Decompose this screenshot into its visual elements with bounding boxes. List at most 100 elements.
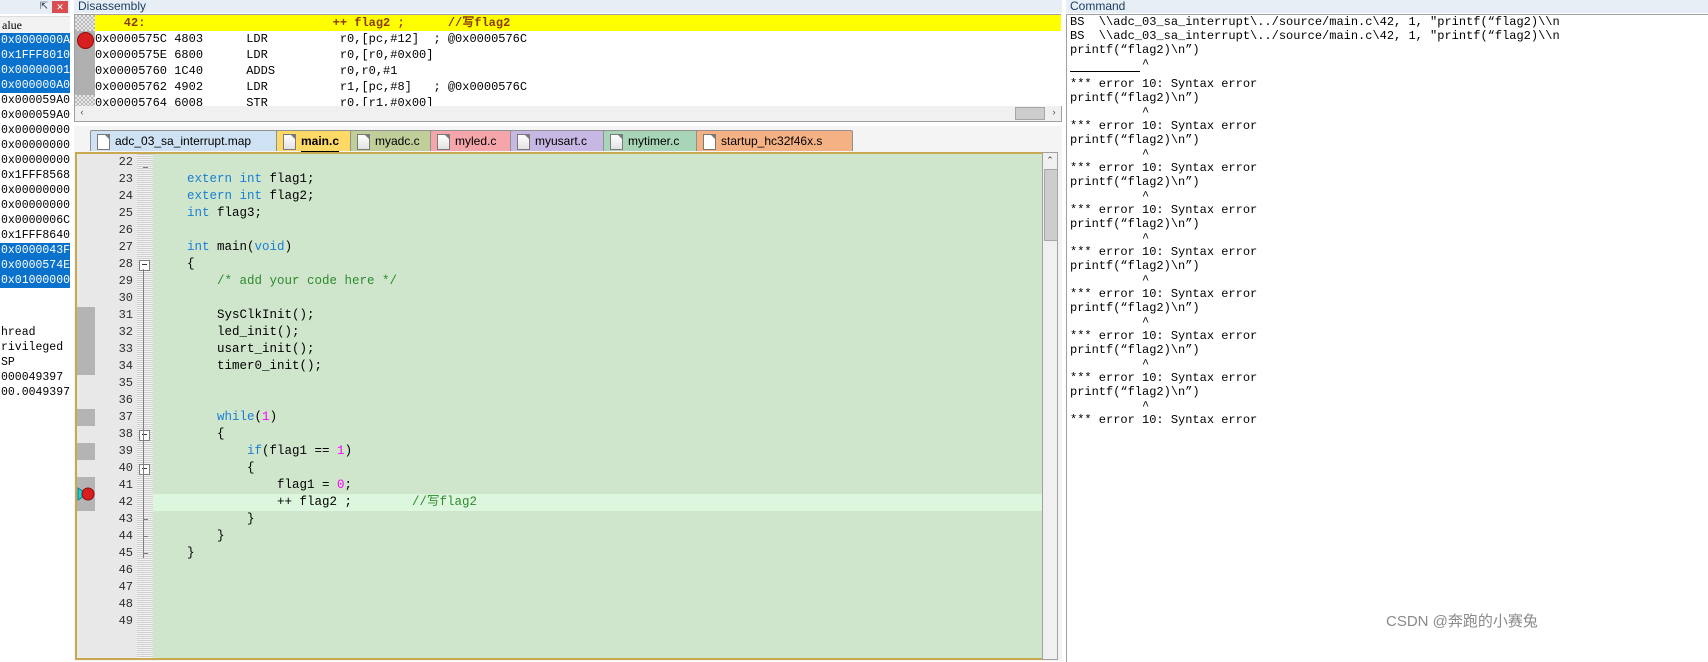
code-line[interactable]: if(flag1 == 1) [153,443,1042,460]
code-line[interactable]: { [153,426,1042,443]
code-line[interactable]: /* add your code here */ [153,273,1042,290]
fold-toggle-icon[interactable] [139,430,150,441]
command-output-line: *** error 10: Syntax error [1070,329,1258,343]
code-line[interactable]: SysClkInit(); [153,307,1042,324]
code-token: 1 [337,444,345,458]
fold-toggle-icon[interactable] [139,464,150,475]
register-value-row[interactable]: 0x01000000 [0,273,70,288]
register-value-row[interactable]: 0x000059A0 [0,93,70,108]
code-line[interactable] [153,562,1042,579]
editor-tab-mytimer-c[interactable]: mytimer.c [603,130,700,151]
current-statement-breakpoint-icon[interactable] [77,486,97,502]
line-number: 24 [118,189,133,203]
editor-tab-adc-03-sa-interrupt-map[interactable]: adc_03_sa_interrupt.map [90,130,280,151]
execution-margin[interactable] [77,154,95,658]
pin-icon[interactable]: ⇱ [38,1,50,13]
register-value-row[interactable]: 0x1FFF8568 [0,168,70,183]
hscroll-thumb[interactable] [1015,107,1045,120]
code-line[interactable] [153,613,1042,630]
register-value-row[interactable]: 0x000059A0 [0,108,70,123]
code-token: //写flag2 [412,495,478,509]
code-line[interactable]: extern int flag2; [153,188,1042,205]
code-line[interactable] [153,596,1042,613]
code-line[interactable]: led_init(); [153,324,1042,341]
register-value-row[interactable]: 0x00000001 [0,63,70,78]
editor-tabbar[interactable]: adc_03_sa_interrupt.map main.c myadc.c myle… [74,130,1062,152]
editor-tab-myusart-c[interactable]: myusart.c [510,130,607,151]
code-line[interactable]: } [153,528,1042,545]
code-folding-column[interactable] [137,154,153,658]
code-token: void [254,240,285,254]
code-line[interactable]: int main(void) [153,239,1042,256]
code-line[interactable] [153,290,1042,307]
code-line[interactable] [153,392,1042,409]
register-value-row[interactable]: 0x00000000 [0,123,70,138]
registers-value-list[interactable]: 0x0000000A 0x1FFF8010 0x00000001 0x000000A0… [0,33,70,288]
command-output-line: printf(“flag2)\n”) [1070,385,1200,399]
register-value-row[interactable]: 0x00000000 [0,153,70,168]
hscroll-right-arrow-icon[interactable]: › [1047,106,1061,119]
register-value-row[interactable]: 0x1FFF8640 [0,228,70,243]
command-output-line: printf(“flag2)\n”) [1070,217,1200,231]
command-output-line: *** error 10: Syntax error [1070,287,1258,301]
line-number: 36 [118,393,133,407]
disassembly-gutter[interactable] [75,15,95,107]
disassembly-body[interactable]: 42: ++ flag2 ; //写flag2 0x0000575C 4803 L… [74,14,1061,108]
editor-tab-myadc-c[interactable]: myadc.c [350,130,434,151]
code-line[interactable] [153,375,1042,392]
disassembly-instruction-line[interactable]: 0x00005760 1C40 ADDS r0,r0,#1 [95,63,1061,79]
close-icon[interactable]: ✕ [52,1,68,13]
fold-toggle-icon[interactable] [139,260,150,271]
line-number: 23 [118,172,133,186]
editor-vscrollbar[interactable]: ⌃ [1042,152,1058,660]
code-line[interactable]: flag1 = 0; [153,477,1042,494]
editor-tab-myled-c[interactable]: myled.c [430,130,514,151]
code-line[interactable]: { [153,460,1042,477]
disassembly-instruction-line[interactable]: 0x0000575C 4803 LDR r0,[pc,#12] ; @0x000… [95,31,1061,47]
register-footer-line: SP [1,356,15,369]
register-value-row[interactable]: 0x1FFF8010 [0,48,70,63]
line-number: 43 [118,512,133,526]
disassembly-hscrollbar[interactable]: ‹ › [74,106,1062,122]
command-output[interactable]: BS \\adc_03_sa_interrupt\../source/main.… [1066,14,1708,662]
code-line[interactable] [153,222,1042,239]
code-line[interactable] [153,154,1042,171]
file-icon [437,134,450,150]
code-line[interactable]: extern int flag1; [153,171,1042,188]
register-value-row[interactable]: 0x0000043F [0,243,70,258]
code-editor[interactable]: 22 23 24 25 26 27 28 29 30 31 32 33 34 35 36 37 38 39 40 41… [75,152,1042,660]
register-value-row[interactable]: 0x0000574E [0,258,70,273]
register-value-row[interactable]: 0x00000000 [0,138,70,153]
code-line[interactable]: { [153,256,1042,273]
editor-tab-label: startup_hc32f46x.s [721,134,823,148]
register-value-row[interactable]: 0x00000000 [0,198,70,213]
code-line[interactable]: } [153,511,1042,528]
editor-vscroll-thumb[interactable] [1044,169,1058,241]
code-line[interactable]: timer0_init(); [153,358,1042,375]
code-token: { [157,257,195,271]
editor-tab-startup-hc32f46x-s[interactable]: startup_hc32f46x.s [696,130,853,151]
editor-vscroll-up-arrow-icon[interactable]: ⌃ [1043,153,1057,167]
code-line[interactable]: usart_init(); [153,341,1042,358]
code-line[interactable] [153,579,1042,596]
code-line[interactable]: ++ flag2 ; //写flag2 [153,494,1042,511]
code-token: /* add your code here */ [217,274,398,288]
command-output-line: printf(“flag2)\n”) [1070,91,1200,105]
hscroll-left-arrow-icon[interactable]: ‹ [75,106,89,119]
register-value-row[interactable]: 0x000000A0 [0,78,70,93]
code-token: 1 [262,410,270,424]
editor-tab-main-c[interactable]: main.c [276,130,354,152]
code-line[interactable]: } [153,545,1042,562]
line-number: 38 [118,427,133,441]
code-line[interactable]: while(1) [153,409,1042,426]
code-line[interactable]: int flag3; [153,205,1042,222]
breakpoint-icon[interactable] [77,32,94,49]
code-text-area[interactable]: extern int flag1; extern int flag2; int … [153,154,1042,658]
line-number: 45 [118,546,133,560]
disassembly-instruction-line[interactable]: 0x00005762 4902 LDR r1,[pc,#8] ; @0x0000… [95,79,1061,95]
command-output-line: *** error 10: Syntax error [1070,245,1258,259]
register-value-row[interactable]: 0x0000006C [0,213,70,228]
register-value-row[interactable]: 0x00000000 [0,183,70,198]
register-value-row[interactable]: 0x0000000A [0,33,70,48]
disassembly-instruction-line[interactable]: 0x0000575E 6800 LDR r0,[r0,#0x00] [95,47,1061,63]
